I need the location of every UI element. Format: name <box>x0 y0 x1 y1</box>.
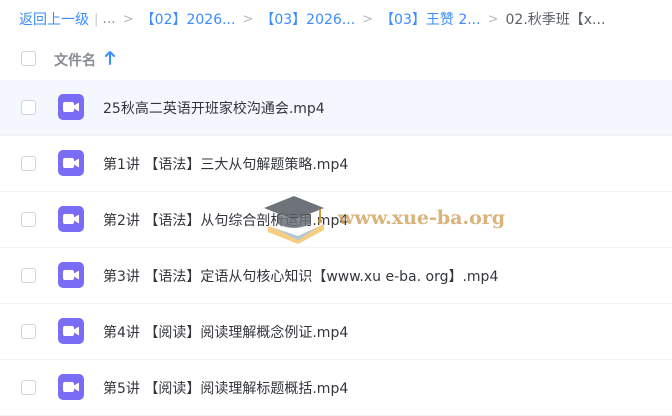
video-file-icon <box>58 94 84 124</box>
row-checkbox[interactable] <box>21 380 36 395</box>
video-file-icon <box>58 150 84 180</box>
breadcrumb-separator: > <box>362 11 374 27</box>
video-file-icon <box>58 206 84 236</box>
breadcrumb-item-1[interactable]: 【02】2026... <box>141 9 236 29</box>
row-checkbox[interactable] <box>21 268 36 283</box>
breadcrumb-separator: > <box>242 11 254 27</box>
column-header-filename[interactable]: 文件名 <box>54 50 96 70</box>
file-name[interactable]: 第1讲 【语法】三大从句解题策略.mp4 <box>103 154 348 174</box>
table-row[interactable]: 第2讲 【语法】从句综合剖析运用.mp4 <box>0 192 672 248</box>
table-row[interactable]: 第1讲 【语法】三大从句解题策略.mp4 <box>0 136 672 192</box>
video-file-icon <box>58 262 84 292</box>
breadcrumb-item-3[interactable]: 【03】王赞 2... <box>380 9 481 29</box>
table-row[interactable]: 第4讲 【阅读】阅读理解概念例证.mp4 <box>0 304 672 360</box>
row-checkbox[interactable] <box>21 212 36 227</box>
row-checkbox[interactable] <box>21 156 36 171</box>
breadcrumb-current: 02.秋季班【x... <box>505 12 606 28</box>
breadcrumb-separator: > <box>487 11 499 27</box>
breadcrumb-item-2[interactable]: 【03】2026... <box>260 9 355 29</box>
back-link[interactable]: 返回上一级 <box>19 9 89 29</box>
row-checkbox[interactable] <box>21 100 36 115</box>
breadcrumb: 返回上一级 | ... > 【02】2026... > 【03】2026... … <box>0 0 672 38</box>
video-file-icon <box>58 318 84 348</box>
file-name[interactable]: 第3讲 【语法】定语从句核心知识【www.xu e-ba. org】.mp4 <box>103 266 498 286</box>
table-row[interactable]: 第3讲 【语法】定语从句核心知识【www.xu e-ba. org】.mp4 <box>0 248 672 304</box>
table-row[interactable]: 第5讲 【阅读】阅读理解标题概括.mp4 <box>0 360 672 416</box>
breadcrumb-ellipsis[interactable]: ... <box>102 11 115 27</box>
row-checkbox[interactable] <box>21 324 36 339</box>
video-file-icon <box>58 374 84 404</box>
table-row[interactable]: 25秋高二英语开班家校沟通会.mp4 <box>0 80 672 136</box>
select-all-checkbox[interactable] <box>21 51 36 66</box>
file-name[interactable]: 第2讲 【语法】从句综合剖析运用.mp4 <box>103 210 348 230</box>
file-name[interactable]: 第5讲 【阅读】阅读理解标题概括.mp4 <box>103 378 348 398</box>
file-list-header: 文件名 <box>0 38 672 81</box>
breadcrumb-divider: | <box>94 11 99 27</box>
file-name[interactable]: 25秋高二英语开班家校沟通会.mp4 <box>103 98 325 118</box>
file-name[interactable]: 第4讲 【阅读】阅读理解概念例证.mp4 <box>103 322 348 342</box>
arrow-up-icon[interactable] <box>104 50 116 70</box>
breadcrumb-separator: > <box>122 11 134 27</box>
